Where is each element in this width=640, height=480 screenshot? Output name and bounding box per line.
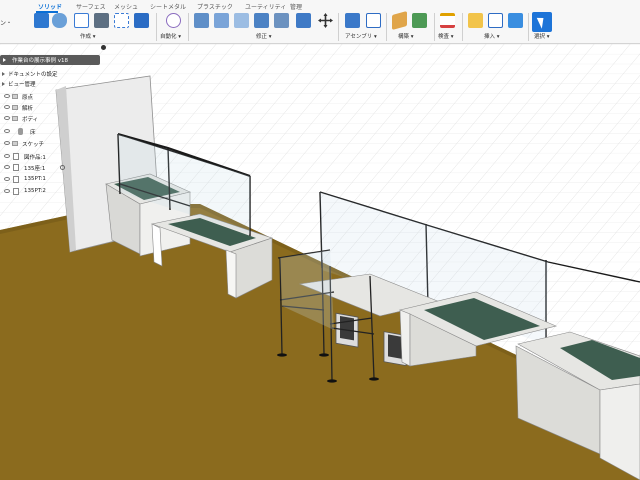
tab-surface[interactable]: サーフェス <box>76 2 106 12</box>
pattern-icon[interactable] <box>114 13 129 28</box>
group-modify-label[interactable]: 修正 ▾ <box>256 32 272 40</box>
separator <box>462 13 463 41</box>
group-inspect-label[interactable]: 検査 ▾ <box>438 32 454 40</box>
group-insert-label[interactable]: 挿入 ▾ <box>484 32 500 40</box>
browser-header[interactable]: 作業台の展示事例 v18 <box>0 55 100 65</box>
component-icon <box>13 153 19 160</box>
new-component-icon[interactable] <box>34 13 49 28</box>
revolve-icon[interactable] <box>94 13 109 28</box>
sketch-icon[interactable] <box>74 13 89 28</box>
workspace-switcher[interactable]: ン・ <box>0 18 12 27</box>
group-create-label[interactable]: 作成 ▾ <box>80 32 96 40</box>
collapse-triangle-icon[interactable] <box>3 58 6 62</box>
visibility-eye-icon[interactable] <box>4 116 10 120</box>
body-icon <box>18 128 23 135</box>
image-icon[interactable] <box>508 13 523 28</box>
browser-item-component-4[interactable]: 135PT:2 <box>0 187 108 197</box>
separator <box>386 13 387 41</box>
automate-icon[interactable] <box>166 13 181 28</box>
browser-item-doc-settings[interactable]: ドキュメントの設定 <box>0 69 108 79</box>
chamfer-icon[interactable] <box>234 13 249 28</box>
visibility-eye-icon[interactable] <box>4 165 10 169</box>
visibility-eye-icon[interactable] <box>4 189 10 193</box>
separator <box>156 13 157 41</box>
fillet-icon[interactable] <box>214 13 229 28</box>
tab-manage[interactable]: 管理 <box>290 2 302 12</box>
folder-icon <box>12 94 18 99</box>
component-icon <box>13 176 19 183</box>
browser-item-label: ビュー管理 <box>8 82 36 88</box>
select-icon[interactable] <box>532 12 552 32</box>
tab-utility[interactable]: ユーティリティ <box>245 2 286 12</box>
extrude-icon[interactable] <box>52 13 67 28</box>
folder-icon <box>12 105 18 110</box>
browser-item-label: 図作品:1 <box>24 155 46 161</box>
folder-icon <box>12 141 18 146</box>
browser-panel: 作業台の展示事例 v18 ドキュメントの設定 ビュー管理 原点 解析 ボディ 床… <box>0 55 108 205</box>
expand-icon[interactable] <box>2 82 5 86</box>
folder-icon <box>12 116 18 121</box>
tab-mesh[interactable]: メッシュ <box>114 2 138 12</box>
split-icon[interactable] <box>274 13 289 28</box>
browser-item-analysis[interactable]: 解析 <box>0 103 108 113</box>
move-icon[interactable] <box>318 13 333 28</box>
browser-item-label: 床 <box>30 130 36 136</box>
group-automate-label[interactable]: 自動化 ▾ <box>160 32 181 40</box>
browser-item-label: 解析 <box>22 106 34 112</box>
browser-item-origin[interactable]: 原点 <box>0 92 108 102</box>
browser-item-component-2[interactable]: 135座:1 <box>0 163 108 173</box>
tab-plastic[interactable]: プラスチック <box>197 2 233 12</box>
browser-item-component-3[interactable]: 135PT:1 <box>0 175 108 185</box>
separator <box>434 13 435 41</box>
insert-mesh-icon[interactable] <box>488 13 503 28</box>
visibility-eye-icon[interactable] <box>4 141 10 145</box>
plane-icon[interactable] <box>412 13 427 28</box>
joint-icon[interactable] <box>345 13 360 28</box>
browser-item-floor[interactable]: 床 <box>0 127 108 137</box>
browser-item-bodies[interactable]: ボディ <box>0 114 108 124</box>
mirror-icon[interactable] <box>134 13 149 28</box>
press-pull-icon[interactable] <box>194 13 209 28</box>
align-icon[interactable] <box>296 13 311 28</box>
browser-collapse-icon[interactable] <box>101 45 106 50</box>
visibility-eye-icon[interactable] <box>4 177 10 181</box>
activate-radio-icon[interactable] <box>60 165 65 170</box>
separator <box>188 13 189 41</box>
group-assemble-label[interactable]: アセンブリ ▾ <box>345 32 377 40</box>
group-construct-label[interactable]: 構築 ▾ <box>398 32 414 40</box>
browser-item-label: ドキュメントの設定 <box>8 72 58 78</box>
browser-item-component-1[interactable]: 図作品:1 <box>0 152 108 162</box>
ribbon-toolbar: ン・ ソリッド サーフェス メッシュ シートメタル プラスチック ユーティリティ… <box>0 0 640 44</box>
visibility-eye-icon[interactable] <box>4 105 10 109</box>
browser-item-label: スケッチ <box>22 142 45 148</box>
insert-icon[interactable] <box>468 13 483 28</box>
separator <box>338 13 339 41</box>
as-built-joint-icon[interactable] <box>366 13 381 28</box>
browser-item-label: 135座:1 <box>24 166 46 172</box>
visibility-eye-icon[interactable] <box>4 129 10 133</box>
browser-item-label: 135PT:2 <box>24 188 46 194</box>
expand-icon[interactable] <box>2 72 5 76</box>
document-title: 作業台の展示事例 v18 <box>12 58 69 64</box>
browser-item-sketches[interactable]: スケッチ <box>0 139 108 149</box>
offset-plane-icon[interactable] <box>392 10 407 31</box>
component-icon <box>13 188 19 195</box>
browser-item-label: 135PT:1 <box>24 176 46 182</box>
visibility-eye-icon[interactable] <box>4 154 10 158</box>
separator <box>528 13 529 41</box>
browser-item-label: 原点 <box>22 95 34 101</box>
group-select-label[interactable]: 選択 ▾ <box>534 32 550 40</box>
measure-icon[interactable] <box>440 13 455 28</box>
visibility-eye-icon[interactable] <box>4 94 10 98</box>
component-icon <box>13 164 19 171</box>
shell-icon[interactable] <box>254 13 269 28</box>
browser-item-view-manager[interactable]: ビュー管理 <box>0 79 108 89</box>
browser-item-label: ボディ <box>22 117 39 123</box>
tab-sheet-metal[interactable]: シートメタル <box>150 2 186 12</box>
